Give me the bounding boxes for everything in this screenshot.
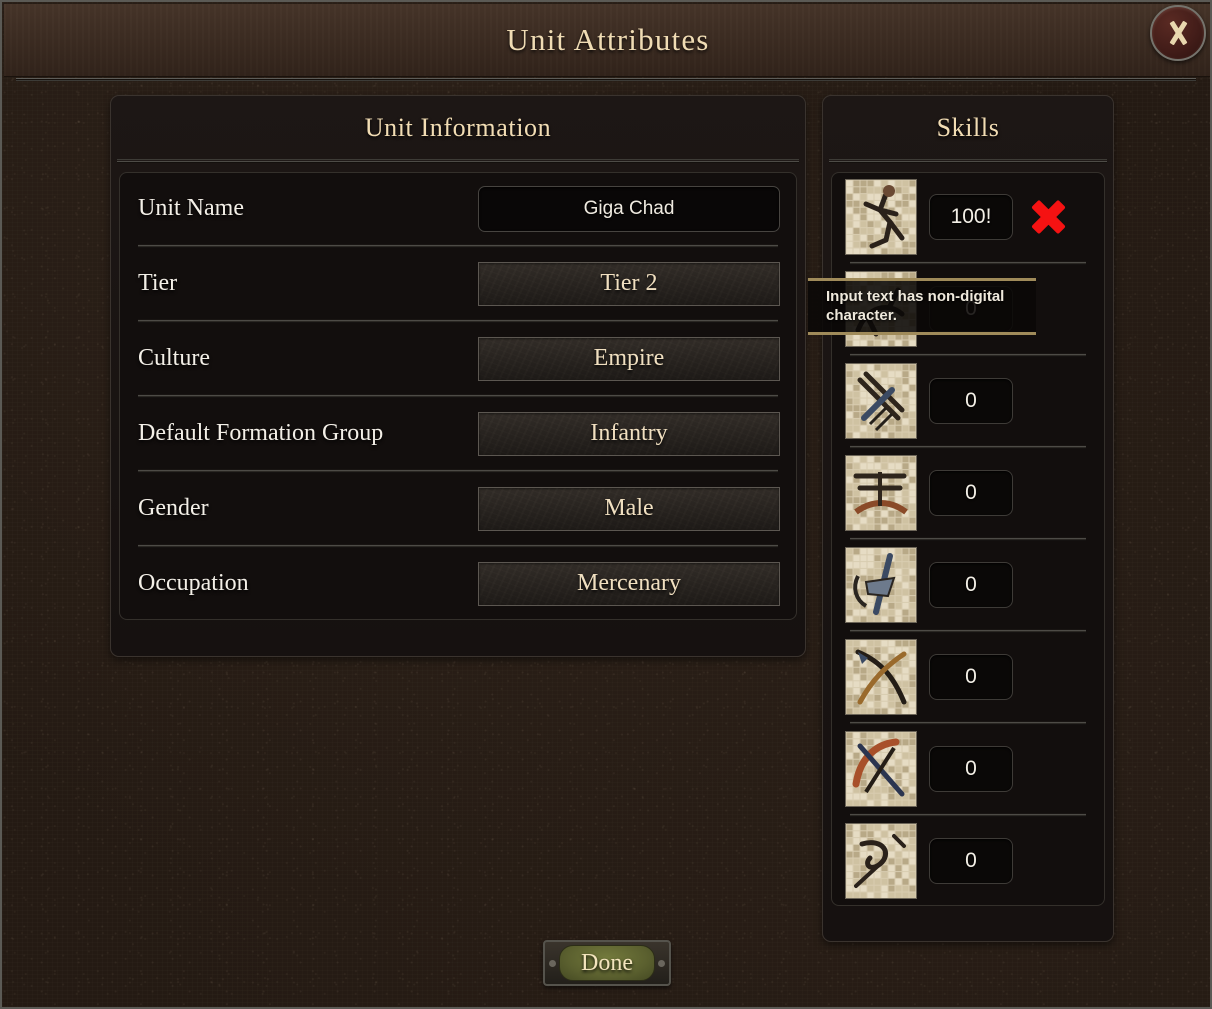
skill-row: 0 [832,725,1104,813]
close-button[interactable] [1148,4,1208,62]
unit-information-panel: Unit Information Unit Name Giga Chad Tier T… [110,95,806,657]
field-value: Mercenary [577,570,681,596]
close-icon [1165,20,1191,46]
unit-info-row: Gender Male [120,473,796,544]
dropdown-default-formation-group[interactable]: Infantry [478,411,780,456]
throwing-mosaic-icon [845,823,917,899]
field-value: Empire [593,345,665,371]
skill-row: 0 [832,541,1104,629]
skills-title: Skills [936,112,1000,142]
unit-information-header: Unit Information [111,96,805,159]
unit-info-row: Occupation Mercenary [120,548,796,619]
one-handed-mosaic-icon [845,363,917,439]
skill-value-text: 100! [950,205,992,228]
title-bar: Unit Attributes [4,4,1210,77]
polearm-mosaic-icon [845,547,917,623]
done-button[interactable]: Done [543,940,671,986]
skill-value-input[interactable]: 0 [929,746,1013,792]
field-value: Male [604,495,654,521]
skill-row: 100! [832,173,1104,261]
field-label: Default Formation Group [138,420,384,446]
skill-value-text: 0 [965,573,977,596]
skill-row: 0 [832,817,1104,905]
field-value: Giga Chad [583,197,675,219]
unit-info-row: Unit Name Giga Chad [120,173,796,244]
skill-value-text: 0 [965,665,977,688]
skill-row: 0 [832,357,1104,445]
unit-info-row: Tier Tier 2 [120,248,796,319]
skill-value-text: 0 [965,757,977,780]
skill-value-input[interactable]: 0 [929,838,1013,884]
riding-mosaic-icon [845,271,917,347]
field-label: Occupation [138,570,249,596]
done-button-label: Done [581,949,633,976]
athletics-mosaic-icon [845,179,917,255]
bow-mosaic-icon [845,639,917,715]
unit-information-title: Unit Information [364,112,552,142]
skill-value-text: 0 [965,849,977,872]
skill-value-input[interactable]: 0 [929,286,1013,332]
field-label: Unit Name [138,195,244,221]
unit-info-row: Culture Empire [120,323,796,394]
skill-value-input[interactable]: 0 [929,562,1013,608]
dropdown-occupation[interactable]: Mercenary [478,561,780,606]
skill-value-text: 0 [965,389,977,412]
skill-value-input[interactable]: 0 [929,654,1013,700]
page-title: Unit Attributes [506,22,710,57]
header-divider [117,159,799,163]
skill-row: 0 [832,633,1104,721]
close-button-circle [1150,5,1206,61]
unit-information-fields: Unit Name Giga Chad Tier Tier 2 Culture Empir… [119,172,797,620]
field-label: Gender [138,495,209,521]
done-button-face: Done [559,945,655,981]
skill-value-text: 0 [965,481,977,504]
skill-row: 0 [832,265,1104,353]
dropdown-tier[interactable]: Tier 2 [478,261,780,306]
skill-value-input[interactable]: 0 [929,470,1013,516]
error-x-icon[interactable] [1025,196,1071,238]
unit-attributes-window: Unit Attributes Unit Information Unit Na… [0,0,1212,1009]
skills-list: 100! 0 0 0 0 0 0 0 [831,172,1105,906]
skill-value-input[interactable]: 100! [929,194,1013,240]
two-handed-mosaic-icon [845,455,917,531]
field-label: Culture [138,345,210,371]
unit-info-row: Default Formation Group Infantry [120,398,796,469]
skill-value-input[interactable]: 0 [929,378,1013,424]
dropdown-gender[interactable]: Male [478,486,780,531]
field-label: Tier [138,270,178,296]
skill-row: 0 [832,449,1104,537]
unit-name-input[interactable]: Giga Chad [478,185,780,232]
skills-header-divider [829,159,1107,163]
skill-value-text: 0 [965,297,977,320]
dropdown-culture[interactable]: Empire [478,336,780,381]
title-divider [16,78,1196,81]
field-value: Tier 2 [600,270,658,296]
crossbow-mosaic-icon [845,731,917,807]
skills-panel: Skills 100! 0 0 0 0 0 0 0 [822,95,1114,942]
skills-header: Skills [823,96,1113,159]
field-value: Infantry [590,420,668,446]
